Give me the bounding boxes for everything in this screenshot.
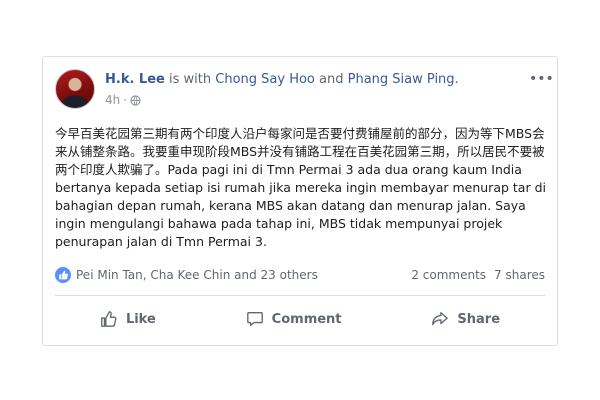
share-icon: [432, 312, 449, 326]
and-text: and: [319, 72, 344, 87]
shares-count[interactable]: 7 shares: [494, 268, 545, 282]
engagement-counts: 2 comments 7 shares: [411, 268, 545, 282]
connector-text: is with: [169, 72, 212, 87]
reactions-bar: Pei Min Tan, Cha Kee Chin and 23 others …: [55, 265, 545, 285]
reactors-summary[interactable]: Pei Min Tan, Cha Kee Chin and 23 others: [76, 268, 411, 282]
comment-icon: [246, 312, 263, 326]
like-reaction-icon[interactable]: [55, 267, 71, 283]
like-button[interactable]: Like: [88, 304, 168, 334]
comments-count[interactable]: 2 comments: [411, 268, 486, 282]
ellipsis-icon[interactable]: •••: [529, 71, 554, 87]
comment-label: Comment: [271, 311, 342, 327]
timestamp[interactable]: 4h: [105, 93, 120, 107]
post-card: H.k. Lee is with Chong Say Hoo and Phang…: [42, 56, 558, 346]
like-icon: [101, 311, 117, 327]
post-meta: 4h ·: [105, 93, 141, 107]
like-label: Like: [125, 311, 156, 327]
dot-separator: ·: [123, 93, 128, 107]
tagged-user-1[interactable]: Chong Say Hoo: [215, 72, 315, 87]
action-bar: Like Comment Share: [55, 301, 545, 337]
globe-icon[interactable]: [130, 94, 141, 106]
share-button[interactable]: Share: [419, 304, 512, 334]
divider: [55, 295, 545, 296]
post-header: H.k. Lee is with Chong Say Hoo and Phang…: [55, 69, 554, 113]
avatar[interactable]: [55, 69, 95, 109]
share-label: Share: [457, 311, 501, 327]
comment-button[interactable]: Comment: [234, 304, 354, 334]
tagged-user-2[interactable]: Phang Siaw Ping.: [348, 72, 459, 87]
author-name[interactable]: H.k. Lee: [105, 72, 165, 87]
post-body: 今早百美花园第三期有两个印度人沿户每家问是否要付费铺屋前的部分，因为等下MBS会…: [55, 126, 546, 249]
thumbs-up-icon: [59, 270, 68, 280]
post-title-line: H.k. Lee is with Chong Say Hoo and Phang…: [105, 72, 459, 87]
